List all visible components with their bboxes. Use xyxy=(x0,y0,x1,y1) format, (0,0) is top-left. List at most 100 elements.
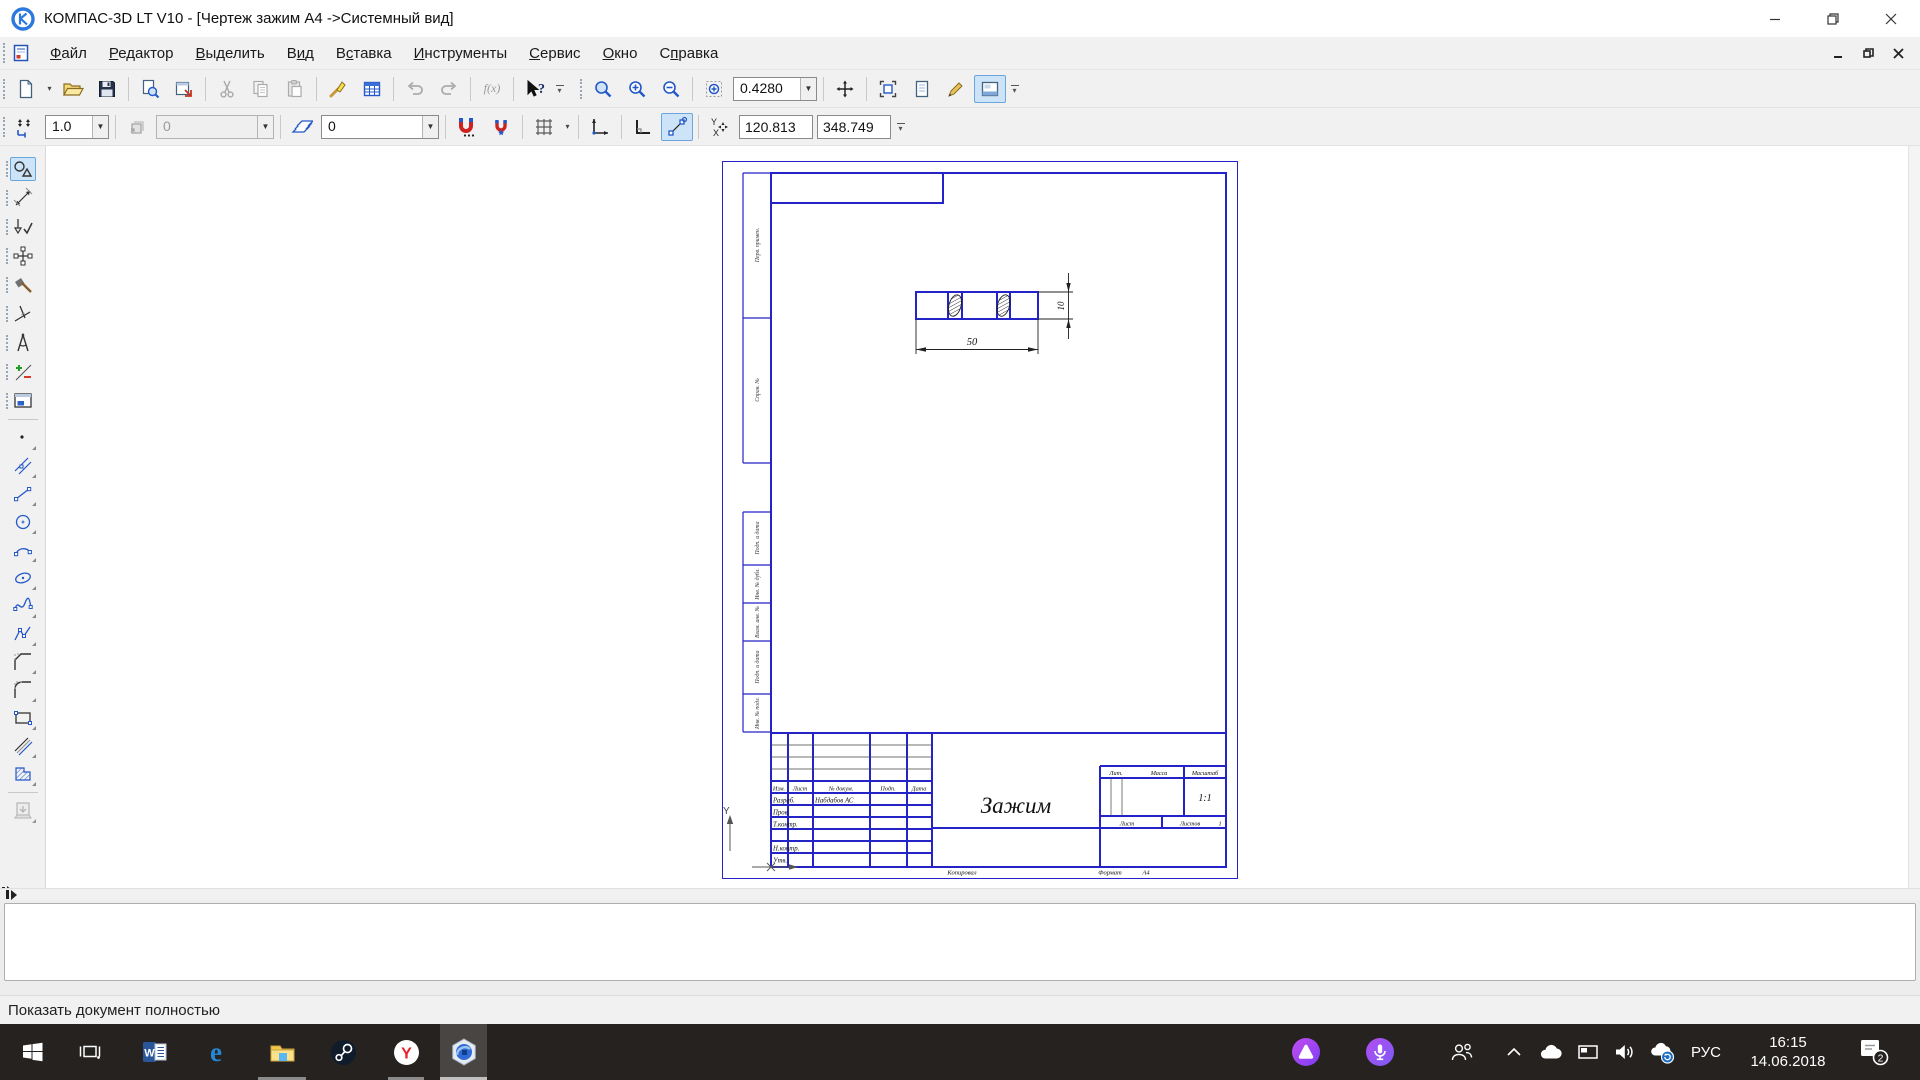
mdi-minimize-button[interactable] xyxy=(1830,45,1846,61)
microphone-icon[interactable] xyxy=(1356,1024,1404,1080)
clock[interactable]: 16:15 14.06.2018 xyxy=(1732,1024,1844,1080)
snap-settings-button[interactable] xyxy=(451,113,483,141)
what-is-this-button[interactable]: ? xyxy=(519,75,551,103)
kompas-taskbar-icon[interactable] xyxy=(440,1024,487,1080)
toolbar1-grip[interactable] xyxy=(3,78,5,99)
tool-chamfer[interactable] xyxy=(8,648,38,676)
tool-hatch[interactable] xyxy=(8,760,38,788)
layer-dropdown[interactable]: ▼ xyxy=(422,115,438,138)
property-panel[interactable] xyxy=(4,903,1916,981)
open-document-button[interactable] xyxy=(57,75,89,103)
zoom-in-button[interactable] xyxy=(621,75,653,103)
tool-circle[interactable] xyxy=(8,508,38,536)
panel-toggle-button[interactable] xyxy=(974,74,1006,103)
language-indicator[interactable]: РУС xyxy=(1684,1024,1728,1080)
print-preview-button[interactable] xyxy=(134,75,166,103)
zoom-lens-button[interactable] xyxy=(587,75,619,103)
panel-spec-button[interactable] xyxy=(2,357,44,386)
panel-designations-button[interactable] xyxy=(2,212,44,241)
menu-edit[interactable]: Редактор xyxy=(98,40,185,67)
restore-button[interactable] xyxy=(1804,0,1862,37)
cursor-step-dropdown[interactable]: ▼ xyxy=(92,115,108,138)
layer-combo[interactable]: 0 ▼ xyxy=(321,114,439,139)
view-toolbar-overflow[interactable]: ▾ xyxy=(1007,75,1022,103)
word-icon[interactable]: W xyxy=(132,1024,178,1080)
tool-point[interactable] xyxy=(8,424,38,452)
cloud-sync-icon[interactable] xyxy=(1642,1024,1682,1080)
view-toolbar-grip[interactable] xyxy=(580,78,582,99)
tool-segment[interactable] xyxy=(8,480,38,508)
mdi-close-button[interactable] xyxy=(1890,45,1906,61)
vertical-scrollbar[interactable] xyxy=(1908,146,1920,888)
properties-table-button[interactable] xyxy=(356,75,388,103)
toolbar2-grip[interactable] xyxy=(3,116,5,137)
start-button[interactable] xyxy=(10,1024,56,1080)
view-number-combo[interactable]: 0 ▼ xyxy=(156,114,274,139)
grid-button[interactable] xyxy=(528,113,560,141)
panel-geometry-button[interactable] xyxy=(2,154,44,183)
local-cs-button[interactable] xyxy=(584,113,616,141)
tray-chevron-icon[interactable] xyxy=(1496,1024,1532,1080)
menu-file[interactable]: Файл xyxy=(39,40,98,67)
panel-parameterization-button[interactable] xyxy=(2,270,44,299)
panel-dimensions-button[interactable] xyxy=(2,183,44,212)
tool-polyline[interactable] xyxy=(8,620,38,648)
snap-toggle-button[interactable] xyxy=(661,112,693,141)
network-icon[interactable] xyxy=(1570,1024,1606,1080)
panel-view-button[interactable] xyxy=(2,386,44,415)
grid-dropdown[interactable]: ▾ xyxy=(561,113,574,141)
onedrive-icon[interactable] xyxy=(1532,1024,1570,1080)
menu-tools[interactable]: Инструменты xyxy=(403,40,519,67)
fit-all-button[interactable] xyxy=(872,75,904,103)
edge-icon[interactable]: e xyxy=(193,1024,239,1080)
coordinate-y-field[interactable]: 348.749 xyxy=(817,114,891,139)
tool-ellipse[interactable] xyxy=(8,564,38,592)
menu-window[interactable]: Окно xyxy=(592,40,649,67)
refresh-image-button[interactable] xyxy=(940,75,972,103)
cursor-step-combo[interactable]: 1.0 ▼ xyxy=(45,114,109,139)
show-document-button[interactable] xyxy=(906,75,938,103)
copy-button[interactable] xyxy=(245,75,277,103)
menu-insert[interactable]: Вставка xyxy=(325,40,403,67)
close-button[interactable] xyxy=(1862,0,1920,37)
tool-multiline[interactable] xyxy=(8,732,38,760)
ortho-drawing-button[interactable] xyxy=(627,113,659,141)
toolbar2-overflow[interactable]: ▾ xyxy=(893,113,908,141)
toolbar1-overflow[interactable]: ▾ xyxy=(552,75,567,103)
save-document-button[interactable] xyxy=(91,75,123,103)
zoom-out-button[interactable] xyxy=(655,75,687,103)
yandex-browser-icon[interactable]: Y xyxy=(382,1024,430,1080)
notification-center-button[interactable]: 2 xyxy=(1848,1024,1898,1080)
tool-arc[interactable] xyxy=(8,536,38,564)
coordinate-x-field[interactable]: 120.813 xyxy=(739,114,813,139)
undo-button[interactable] xyxy=(399,75,431,103)
cut-button[interactable] xyxy=(211,75,243,103)
menubar-grip[interactable] xyxy=(3,43,5,63)
tool-disabled-input[interactable] xyxy=(8,797,38,825)
task-view-button[interactable] xyxy=(67,1024,113,1080)
alice-icon[interactable] xyxy=(1282,1024,1330,1080)
print-task-button[interactable] xyxy=(168,75,200,103)
zoom-scale-combo[interactable]: 0.4280 ▼ xyxy=(733,76,817,101)
redo-button[interactable] xyxy=(433,75,465,103)
zoom-scale-dropdown[interactable]: ▼ xyxy=(800,77,816,100)
minimize-button[interactable] xyxy=(1746,0,1804,37)
tool-spline[interactable] xyxy=(8,592,38,620)
mdi-restore-button[interactable] xyxy=(1860,45,1876,61)
people-icon[interactable] xyxy=(1440,1024,1484,1080)
paste-button[interactable] xyxy=(279,75,311,103)
menu-view[interactable]: Вид xyxy=(276,40,325,67)
view-number-dropdown[interactable]: ▼ xyxy=(257,115,273,138)
speaker-icon[interactable] xyxy=(1606,1024,1642,1080)
menu-service[interactable]: Сервис xyxy=(518,40,591,67)
zoom-area-button[interactable] xyxy=(698,75,730,103)
snap-disable-button[interactable] xyxy=(485,113,517,141)
explorer-icon[interactable] xyxy=(258,1024,306,1080)
tool-fillet[interactable] xyxy=(8,676,38,704)
copy-properties-button[interactable] xyxy=(322,75,354,103)
steam-icon[interactable] xyxy=(319,1024,367,1080)
tool-auxiliary-line[interactable] xyxy=(8,452,38,480)
tool-rectangle[interactable] xyxy=(8,704,38,732)
panel-measure-button[interactable] xyxy=(2,299,44,328)
pan-button[interactable] xyxy=(829,75,861,103)
